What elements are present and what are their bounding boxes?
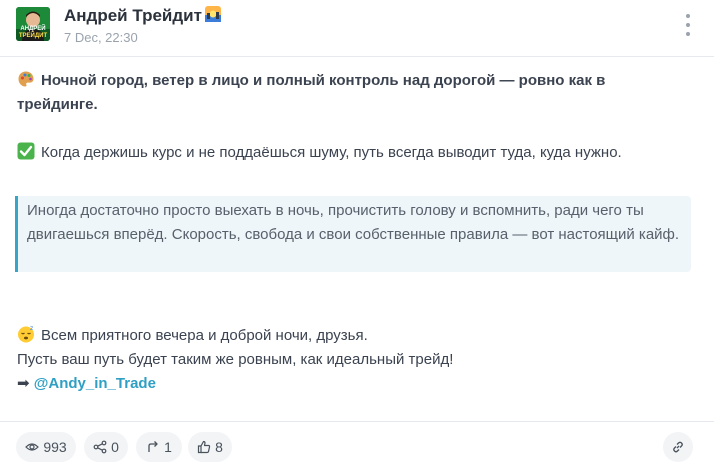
link-icon — [673, 441, 683, 453]
channel-mention-link[interactable]: @Andy_in_Trade — [34, 375, 156, 392]
repost-arrow-icon — [148, 441, 158, 452]
like-button[interactable]: 8 — [188, 432, 232, 462]
views-counter: 993 — [16, 432, 76, 462]
repost-button[interactable]: 1 — [136, 432, 182, 462]
post-line-1-text: Ночной город, ветер в лицо и полный конт… — [17, 72, 606, 113]
post-line-4: Пусть ваш путь будет таким же ровным, ка… — [17, 348, 687, 372]
avatar-image: АНДРЕЙ ТРЕЙДИТ — [16, 7, 50, 41]
eye-icon — [25, 443, 40, 451]
post-line-1: Ночной город, ветер в лицо и полный конт… — [17, 69, 687, 117]
post-line-4-text: Пусть ваш путь будет таким же ровным, ка… — [17, 351, 454, 368]
post-line-2-text: Когда держишь курс и не поддаёшься шуму,… — [41, 144, 622, 161]
avatar-text-top: АНДРЕЙ — [20, 24, 45, 32]
post-header: АНДРЕЙ ТРЕЙДИТ Андрей Трейдит 7 Dec, 22:… — [0, 0, 714, 56]
palette-emoji-icon — [17, 70, 35, 88]
menu-dot — [686, 23, 690, 27]
avatar[interactable]: АНДРЕЙ ТРЕЙДИТ — [16, 7, 50, 41]
check-mark-emoji-icon — [17, 142, 35, 160]
right-arrow-icon: ➡ — [17, 375, 30, 392]
post-line-3: z Всем приятного вечера и доброй ночи, д… — [17, 324, 687, 348]
more-options-icon[interactable] — [680, 14, 696, 36]
menu-dot — [686, 32, 690, 36]
shares-count: 0 — [111, 439, 119, 455]
copy-link-button[interactable] — [663, 432, 693, 462]
post-line-5: ➡ @Andy_in_Trade — [17, 372, 687, 396]
author-name[interactable]: Андрей Трейдит — [64, 6, 202, 25]
post-card: АНДРЕЙ ТРЕЙДИТ Андрей Трейдит 7 Dec, 22:… — [0, 0, 714, 475]
share-icon — [93, 440, 107, 454]
post-timestamp: 7 Dec, 22:30 — [64, 30, 138, 45]
sunrise-city-emoji-icon — [204, 5, 222, 28]
thumbs-up-icon — [197, 440, 211, 454]
post-line-3-text: Всем приятного вечера и доброй ночи, дру… — [41, 327, 368, 344]
share-button[interactable]: 0 — [84, 432, 128, 462]
views-count: 993 — [43, 439, 67, 455]
post-quote: Иногда достаточно просто выехать в ночь,… — [15, 196, 691, 272]
sleeping-face-emoji-icon: z — [17, 325, 35, 343]
footer-divider — [0, 421, 714, 422]
likes-count: 8 — [215, 439, 223, 455]
post-quote-text: Иногда достаточно просто выехать в ночь,… — [27, 202, 680, 243]
svg-text:z: z — [30, 325, 33, 332]
reposts-count: 1 — [164, 439, 172, 455]
menu-dot — [686, 14, 690, 18]
header-divider — [0, 56, 714, 57]
post-line-2: Когда держишь курс и не поддаёшься шуму,… — [17, 141, 687, 165]
author-name-row[interactable]: Андрей Трейдит — [64, 5, 222, 28]
avatar-text-bottom: ТРЕЙДИТ — [19, 31, 48, 39]
